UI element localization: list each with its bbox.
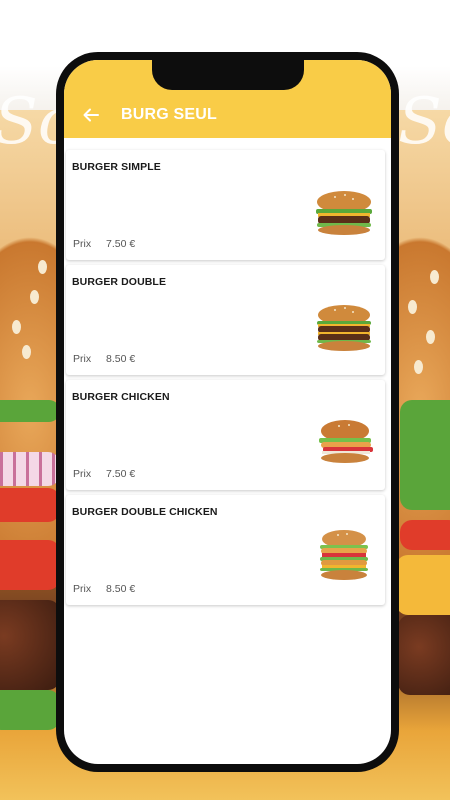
bg-seed [408, 300, 417, 314]
bg-seed [430, 270, 439, 284]
product-card-burger-double-chicken[interactable]: BURGER DOUBLE CHICKEN Prix 8.50 € [66, 495, 385, 605]
bg-seed [12, 320, 21, 334]
product-card-burger-double[interactable]: BURGER DOUBLE Prix 8.50 € [66, 265, 385, 375]
product-price: 7.50 € [106, 238, 136, 250]
bg-tomato-left-2 [0, 540, 60, 590]
price-label: Prix [73, 583, 92, 595]
chicken-burger-image [319, 420, 373, 463]
bg-lettuce-right [400, 400, 450, 510]
product-list: BURGER SIMPLE Prix 7.50 € BURGER DOUBLE … [66, 150, 388, 610]
bg-lettuce-left-2 [0, 690, 60, 730]
bg-seed [30, 290, 39, 304]
arrow-left-icon [83, 108, 99, 122]
bg-tomato-right [400, 520, 450, 550]
bg-seed [414, 360, 423, 374]
phone-frame: BURG SEUL BURGER SIMPLE Prix 7.50 € BURG… [56, 52, 399, 772]
product-name: BURGER SIMPLE [72, 161, 161, 173]
product-card-burger-chicken[interactable]: BURGER CHICKEN Prix 7.50 € [66, 380, 385, 490]
bg-patty-right [398, 615, 450, 695]
price-label: Prix [73, 238, 92, 250]
back-button[interactable] [76, 100, 106, 130]
background-logo-text-right: So [398, 85, 450, 159]
bg-lettuce-left [0, 400, 60, 422]
price-label: Prix [73, 468, 92, 480]
single-burger-image [316, 191, 372, 235]
phone-notch [152, 60, 304, 90]
product-card-burger-simple[interactable]: BURGER SIMPLE Prix 7.50 € [66, 150, 385, 260]
product-price: 8.50 € [106, 583, 136, 595]
product-price: 7.50 € [106, 468, 136, 480]
product-name: BURGER DOUBLE CHICKEN [72, 506, 218, 518]
bg-tomato-left [0, 488, 60, 522]
double-burger-image [317, 305, 371, 351]
double-chicken-burger-image [320, 530, 368, 580]
bg-seed [38, 260, 47, 274]
phone-screen: BURG SEUL BURGER SIMPLE Prix 7.50 € BURG… [64, 60, 391, 764]
page-title: BURG SEUL [121, 106, 218, 123]
bg-seed [22, 345, 31, 359]
bg-cheese-right [396, 555, 450, 615]
bg-seed [426, 330, 435, 344]
product-price: 8.50 € [106, 353, 136, 365]
price-label: Prix [73, 353, 92, 365]
product-name: BURGER DOUBLE [72, 276, 167, 288]
product-name: BURGER CHICKEN [72, 391, 170, 403]
bg-patty-left [0, 600, 60, 690]
bg-onion-left [0, 452, 60, 486]
